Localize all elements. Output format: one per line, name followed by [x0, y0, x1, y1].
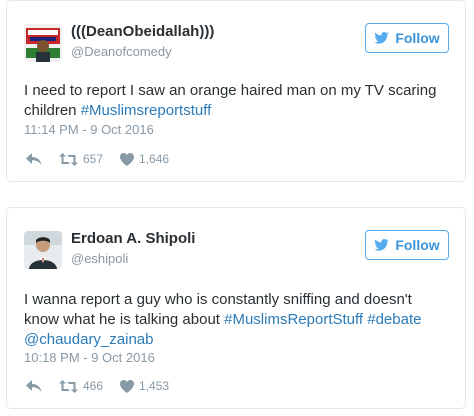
follow-button[interactable]: Follow — [365, 230, 449, 260]
like-count: 1,646 — [139, 152, 170, 166]
author-block: (((DeanObeidallah))) @Deanofcomedy — [71, 23, 214, 60]
avatar[interactable] — [24, 24, 62, 62]
retweet-button[interactable]: 657 — [59, 152, 103, 166]
follow-label: Follow — [395, 237, 440, 253]
tweet-card: (((DeanObeidallah))) @Deanofcomedy Follo… — [6, 0, 466, 182]
tweet-text: I need to report I saw an orange haired … — [24, 81, 447, 121]
retweet-button[interactable]: 466 — [59, 379, 103, 393]
twitter-bird-icon — [374, 32, 390, 44]
timestamp[interactable]: 11:14 PM - 9 Oct 2016 — [24, 122, 154, 137]
retweet-icon — [59, 152, 78, 166]
reply-icon — [26, 152, 42, 166]
avatar[interactable] — [24, 231, 62, 269]
mention-link[interactable]: @chaudary_zainab — [24, 331, 153, 348]
like-button[interactable]: 1,453 — [120, 379, 169, 393]
heart-icon — [120, 379, 135, 393]
tweet-text: I wanna report a guy who is constantly s… — [24, 290, 447, 350]
hashtag-link[interactable]: #debate — [367, 311, 421, 328]
follow-label: Follow — [395, 30, 440, 46]
tweet-actions: 657 1,646 — [26, 152, 186, 166]
handle[interactable]: @Deanofcomedy — [71, 43, 214, 60]
like-button[interactable]: 1,646 — [120, 152, 169, 166]
reply-button[interactable] — [26, 379, 42, 393]
hashtag-link[interactable]: #Muslimsreportstuff — [81, 102, 212, 119]
tweet-card: Erdoan A. Shipoli @eshipoli Follow I wan… — [6, 207, 466, 409]
display-name[interactable]: (((DeanObeidallah))) — [71, 23, 214, 41]
heart-icon — [120, 152, 135, 166]
tweet-actions: 466 1,453 — [26, 379, 186, 393]
twitter-bird-icon — [374, 239, 390, 251]
handle[interactable]: @eshipoli — [71, 250, 195, 267]
reply-button[interactable] — [26, 152, 42, 166]
hashtag-link[interactable]: #MuslimsReportStuff — [224, 311, 363, 328]
author-block: Erdoan A. Shipoli @eshipoli — [71, 230, 195, 267]
timestamp[interactable]: 10:18 PM - 9 Oct 2016 — [24, 350, 155, 365]
display-name[interactable]: Erdoan A. Shipoli — [71, 230, 195, 248]
like-count: 1,453 — [139, 379, 170, 393]
reply-icon — [26, 379, 42, 393]
retweet-icon — [59, 379, 78, 393]
follow-button[interactable]: Follow — [365, 23, 449, 53]
retweet-count: 657 — [83, 152, 104, 166]
retweet-count: 466 — [83, 379, 104, 393]
